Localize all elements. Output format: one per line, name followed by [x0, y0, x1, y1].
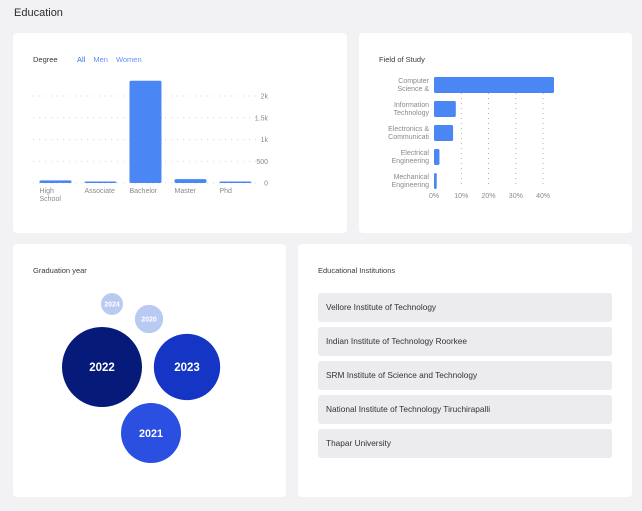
institution-item[interactable]: Indian Institute of Technology Roorkee — [318, 327, 612, 356]
bubble-label: 2020 — [141, 316, 157, 323]
y-tick-label: Electronics & — [388, 126, 429, 133]
x-tick-label: Master — [175, 188, 197, 195]
x-tick-label: School — [40, 196, 62, 203]
x-tick-label: Bachelor — [130, 188, 158, 195]
page-title: Education — [14, 7, 63, 19]
y-tick-label: 1.5k — [255, 115, 269, 122]
bar — [219, 181, 252, 183]
institution-item[interactable]: SRM Institute of Science and Technology — [318, 361, 612, 390]
bubble-label: 2021 — [139, 428, 163, 440]
x-tick-label: 10% — [454, 193, 468, 200]
x-tick-label: Phd — [220, 188, 233, 195]
bar — [434, 149, 440, 165]
bubble-label: 2023 — [174, 362, 200, 374]
bar — [434, 173, 437, 189]
bar — [129, 80, 162, 183]
y-tick-label: Mechanical — [394, 174, 430, 181]
x-tick-label: 30% — [509, 193, 523, 200]
y-tick-label: Information — [394, 102, 429, 109]
y-tick-label: Communicati — [388, 134, 429, 141]
bar — [84, 181, 117, 183]
y-tick-label: 500 — [256, 159, 268, 166]
bubble-label: 2022 — [89, 362, 115, 374]
filter-women[interactable]: Women — [116, 55, 142, 64]
x-tick-label: 0% — [429, 193, 439, 200]
y-tick-label: 1k — [261, 137, 269, 144]
filter-men[interactable]: Men — [93, 55, 108, 64]
y-tick-label: 2k — [261, 94, 269, 101]
y-tick-label: Electrical — [401, 150, 430, 157]
graduation-chart: 2024 2020 2022 2023 2021 — [62, 293, 221, 463]
y-tick-label: Engineering — [392, 158, 429, 165]
field-chart: 0% 10% 20% 30% 40% ComputerScience & Informati… — [388, 77, 554, 200]
degree-chart: 0 500 1k 1.5k 2k HighSchool Associate Bachelor M… — [33, 80, 269, 203]
x-tick-label: High — [40, 188, 55, 195]
y-tick-label: Science & — [397, 86, 429, 93]
graduation-year-card: Graduation year 2024 2020 2022 2023 2021 — [13, 244, 286, 497]
y-tick-label: 0 — [264, 181, 268, 188]
bar — [174, 179, 207, 183]
institutions-card: Educational Institutions Vellore Institu… — [298, 244, 632, 497]
bar — [434, 77, 554, 93]
institution-item[interactable]: Thapar University — [318, 429, 612, 458]
degree-card: Degree 0 500 1k 1.5k 2k High School Associate Ba… — [13, 33, 347, 233]
institution-item[interactable]: Vellore Institute of Technology — [318, 293, 612, 322]
field-of-study-card: Field of Study 0% 10% 20% 30% 40% Computer Sci… — [359, 33, 632, 233]
y-tick-label: Engineering — [392, 182, 429, 189]
bar — [434, 101, 456, 117]
x-tick-label: 20% — [482, 193, 496, 200]
degree-card-title: Degree — [33, 55, 58, 64]
bar — [39, 180, 72, 183]
y-tick-label: Technology — [394, 110, 430, 117]
bubble-label: 2024 — [104, 301, 120, 308]
institution-item[interactable]: National Institute of Technology Tiruchi… — [318, 395, 612, 424]
x-tick-label: Associate — [85, 188, 115, 195]
filter-all[interactable]: All — [77, 55, 85, 64]
x-tick-label: 40% — [536, 193, 550, 200]
degree-filter-group: All Men Women — [77, 55, 142, 64]
bar — [434, 125, 454, 141]
institutions-card-title: Educational Institutions — [318, 266, 396, 275]
y-tick-label: Computer — [398, 78, 429, 85]
